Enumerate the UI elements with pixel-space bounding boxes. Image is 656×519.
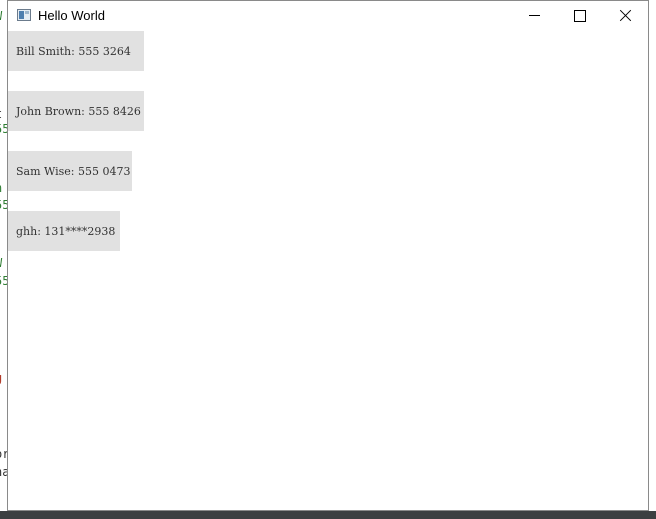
- title-bar[interactable]: Hello World: [8, 1, 648, 31]
- contact-button-john-brown[interactable]: John Brown: 555 8426: [8, 91, 144, 131]
- background-code-fragment: W: [0, 256, 2, 270]
- background-code-fragment: t: [0, 107, 2, 121]
- maximize-icon: [574, 10, 586, 22]
- background-code-fragment: W: [0, 9, 2, 23]
- app-window: Hello World Bill Smith: 555 3264 John Br…: [7, 0, 649, 511]
- app-window-icon: [17, 9, 31, 21]
- taskbar-strip: [0, 511, 656, 519]
- background-code-fragment: n: [0, 181, 2, 195]
- maximize-button[interactable]: [557, 1, 603, 31]
- minimize-icon: [529, 15, 540, 16]
- contact-button-ghh[interactable]: ghh: 131****2938: [8, 211, 120, 251]
- contact-button-sam-wise[interactable]: Sam Wise: 555 0473: [8, 151, 132, 191]
- contact-button-bill-smith[interactable]: Bill Smith: 555 3264: [8, 31, 144, 71]
- close-button[interactable]: [603, 1, 649, 31]
- close-icon: [619, 9, 632, 22]
- minimize-button[interactable]: [511, 1, 557, 31]
- window-title: Hello World: [38, 8, 105, 23]
- background-code-fragment: g: [0, 371, 2, 385]
